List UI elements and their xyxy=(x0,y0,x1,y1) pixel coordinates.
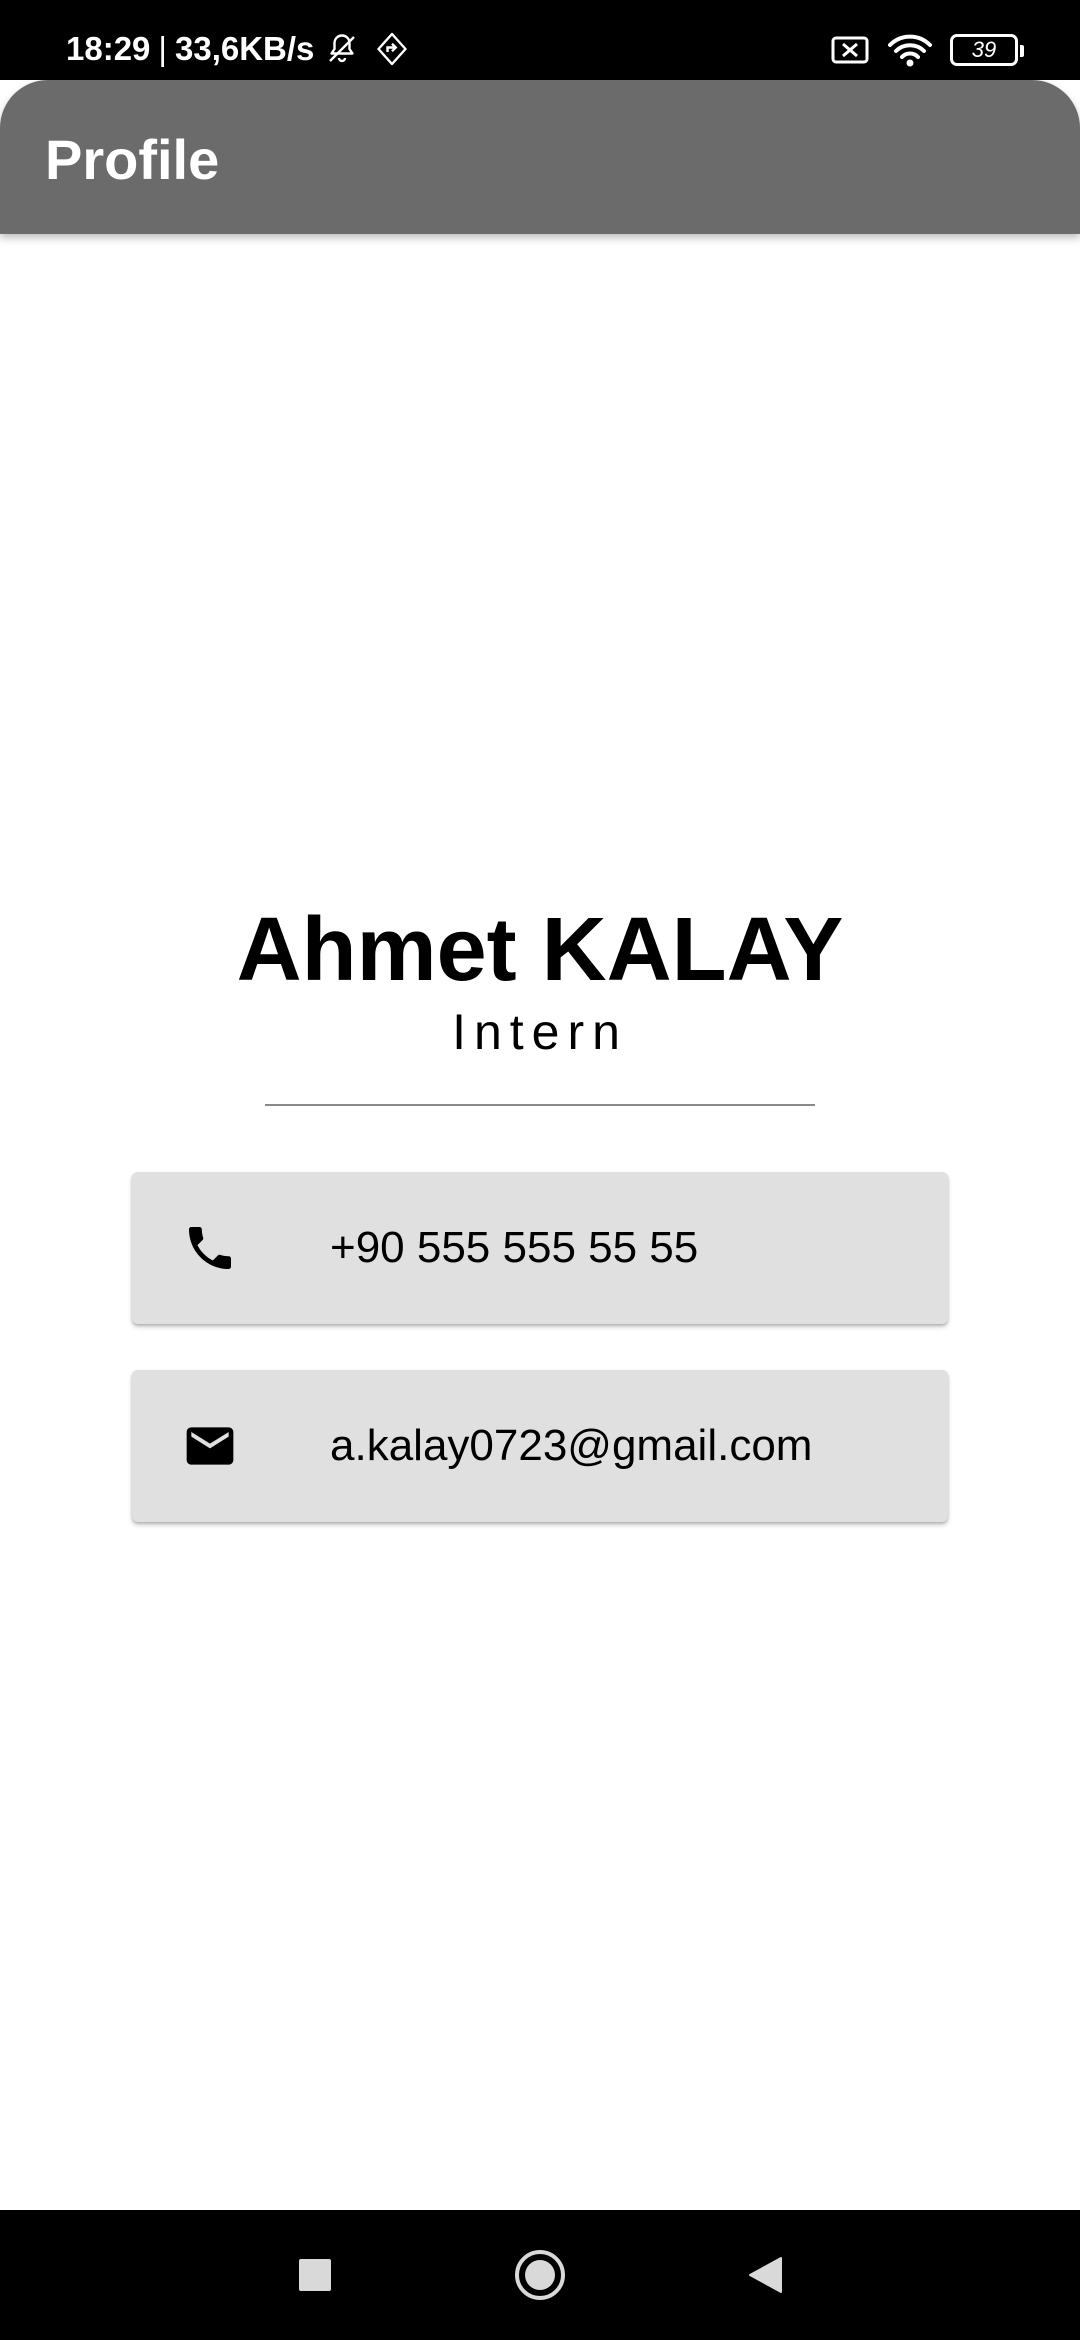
app-bar: Profile xyxy=(0,80,1080,234)
bell-off-icon xyxy=(329,34,356,63)
navigation-bar xyxy=(0,2210,1080,2340)
home-button[interactable] xyxy=(505,2210,575,2340)
mail-icon xyxy=(180,1416,240,1476)
divider xyxy=(265,1104,815,1106)
email-address: a.kalay0723@gmail.com xyxy=(330,1421,813,1470)
sim-off-icon xyxy=(831,36,869,64)
status-bar: 18:29 | 33,6KB/s 39 xyxy=(0,0,1080,80)
phone-icon xyxy=(180,1218,240,1278)
triangle-back-icon xyxy=(749,2257,782,2293)
phone-card[interactable]: +90 555 555 55 55 xyxy=(132,1172,948,1324)
circle-icon xyxy=(515,2250,565,2300)
recents-button[interactable] xyxy=(280,2210,350,2340)
status-right: 39 xyxy=(830,28,1024,72)
profile-role: Intern xyxy=(452,1004,628,1060)
phone-number: +90 555 555 55 55 xyxy=(330,1223,699,1272)
square-icon xyxy=(299,2259,331,2291)
phone-screen: 18:29 | 33,6KB/s 39 Profile Ahmet KALAY … xyxy=(0,0,1080,2340)
back-button[interactable] xyxy=(730,2210,800,2340)
profile-name: Ahmet KALAY xyxy=(236,900,844,1000)
email-card[interactable]: a.kalay0723@gmail.com xyxy=(132,1370,948,1522)
app-bar-title: Profile xyxy=(45,128,220,191)
wifi-icon xyxy=(888,34,932,67)
location-diamond-icon xyxy=(377,32,408,66)
battery-icon: 39 xyxy=(950,34,1024,66)
app-content: Profile Ahmet KALAY Intern +90 555 555 5… xyxy=(0,80,1080,2210)
battery-level: 39 xyxy=(971,37,997,62)
